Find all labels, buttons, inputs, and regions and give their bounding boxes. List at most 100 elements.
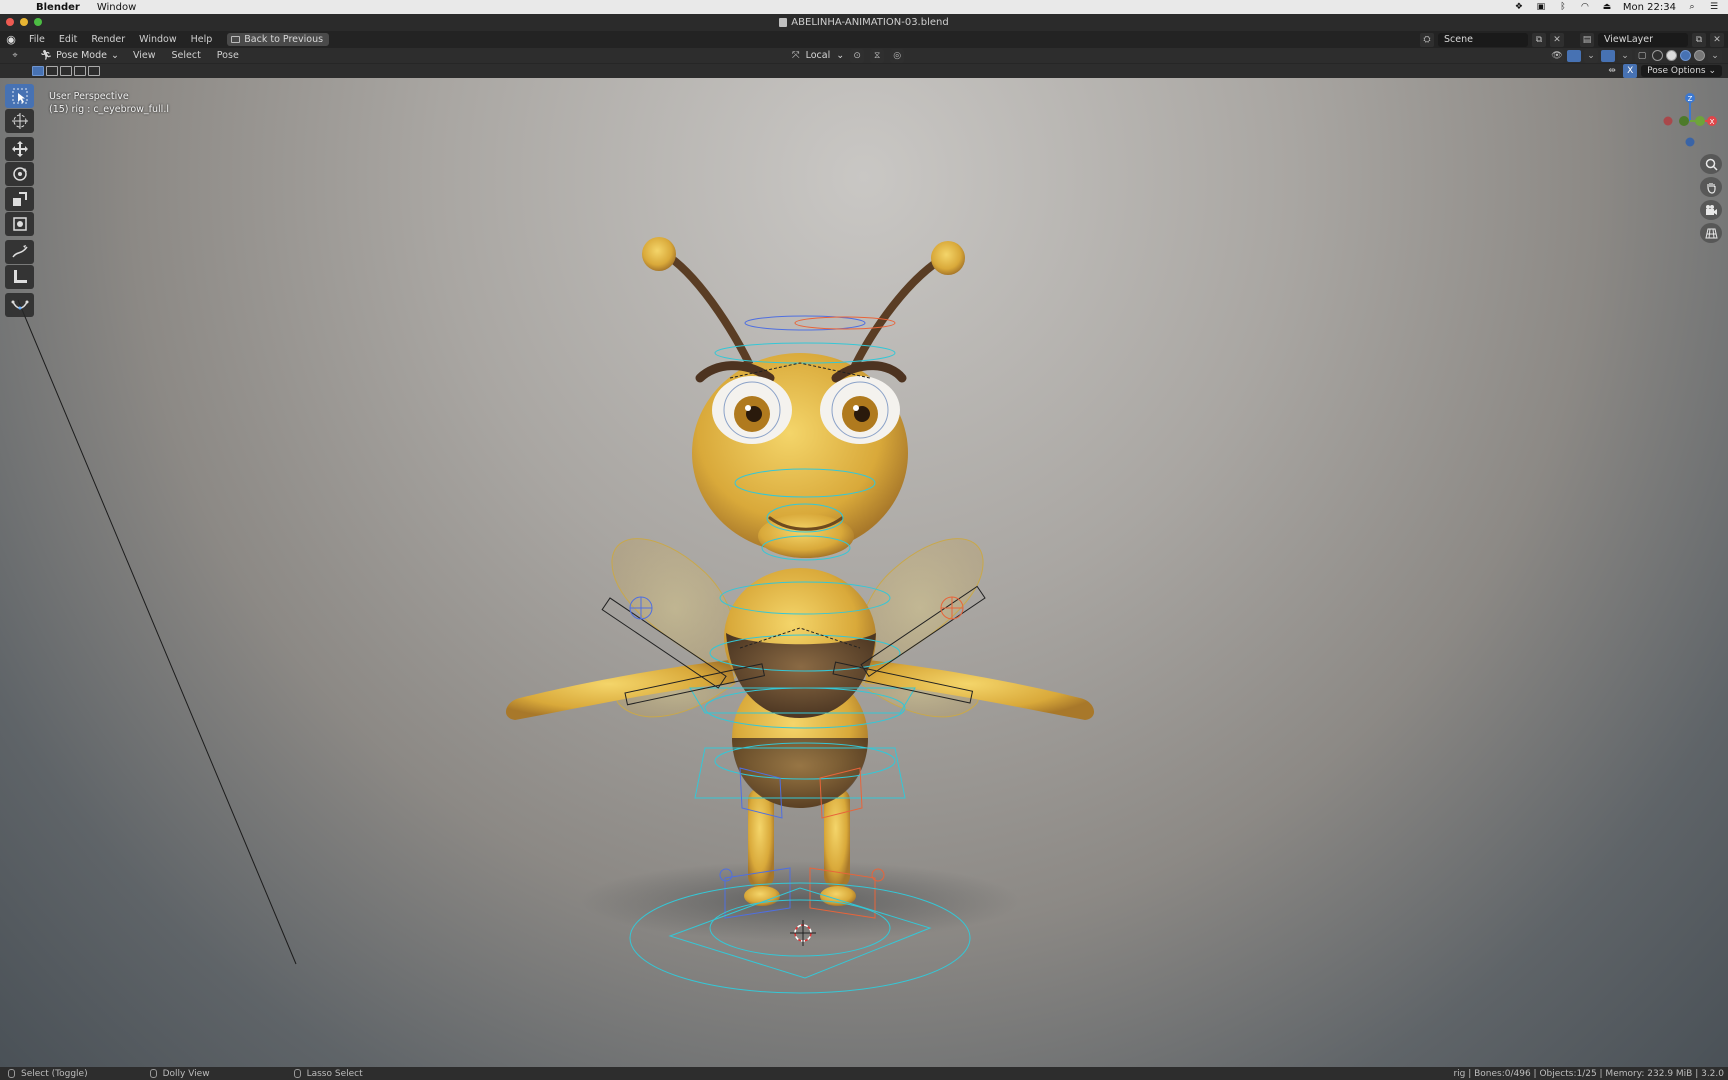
menu-pose[interactable]: Pose xyxy=(209,50,247,61)
gizmo-neg-z-axis[interactable] xyxy=(1685,137,1695,147)
pivot-point-icon[interactable]: ⊙ xyxy=(850,48,865,63)
new-scene-icon[interactable]: ⧉ xyxy=(1532,32,1546,47)
menubar-clock[interactable]: Mon 22:34 xyxy=(1623,2,1676,13)
measure-tool[interactable] xyxy=(5,265,34,289)
camera-view-button[interactable] xyxy=(1700,200,1722,220)
window-close-button[interactable] xyxy=(6,18,14,26)
mode-selector[interactable]: 🏃︎ Pose Mode ⌄ xyxy=(34,50,125,61)
back-to-previous-label: Back to Previous xyxy=(244,34,324,45)
delete-viewlayer-icon[interactable]: ✕ xyxy=(1710,32,1724,47)
mirror-icon[interactable]: ⇹ xyxy=(1605,64,1619,78)
pose-options-label: Pose Options xyxy=(1647,66,1706,76)
select-extend-icon[interactable] xyxy=(46,66,58,76)
hint-select-label: Select (Toggle) xyxy=(21,1068,88,1079)
delete-scene-icon[interactable]: ✕ xyxy=(1550,32,1564,47)
pose-breakdowner-tool[interactable] xyxy=(5,293,34,317)
pan-button[interactable] xyxy=(1700,177,1722,197)
x-mirror-toggle[interactable]: X xyxy=(1623,64,1638,78)
zoom-button[interactable] xyxy=(1700,154,1722,174)
material-preview-shading-icon[interactable] xyxy=(1680,50,1691,61)
3d-cursor-icon xyxy=(11,113,28,129)
wireframe-shading-icon[interactable] xyxy=(1652,50,1663,61)
pose-options-dropdown[interactable]: Pose Options ⌄ xyxy=(1641,65,1722,77)
viewlayer-selector-icon[interactable]: ▤ xyxy=(1580,32,1594,47)
macos-menubar: Blender Window ❖ ▣ ᛒ ◠ ⏏ Mon 22:34 ⌕ ☰ xyxy=(0,0,1728,14)
gizmo-toggle-icon[interactable] xyxy=(1567,49,1581,62)
rotate-tool[interactable] xyxy=(5,162,34,186)
gizmo-dropdown-icon[interactable]: ⌄ xyxy=(1584,48,1598,63)
scale-icon xyxy=(12,192,27,206)
visibility-icon[interactable]: 👁︎ xyxy=(1550,48,1564,63)
wifi-icon[interactable]: ◠ xyxy=(1579,2,1591,12)
snap-icon[interactable]: ⧖ xyxy=(870,48,885,63)
back-to-previous-button[interactable]: Back to Previous xyxy=(227,33,330,46)
menu-file[interactable]: File xyxy=(22,34,52,45)
gizmo-y-axis[interactable] xyxy=(1695,116,1705,126)
cursor-tool[interactable] xyxy=(5,109,34,133)
scene-name-field[interactable]: Scene xyxy=(1438,32,1528,47)
hint-select: Select (Toggle) xyxy=(8,1069,88,1079)
bluetooth-icon[interactable]: ᛒ xyxy=(1557,2,1569,12)
window-zoom-button[interactable] xyxy=(34,18,42,26)
gizmo-z-label: Z xyxy=(1688,95,1693,103)
spotlight-search-icon[interactable]: ⌕ xyxy=(1686,2,1698,12)
view-name: User Perspective xyxy=(49,91,129,102)
menu-help[interactable]: Help xyxy=(184,34,220,45)
rendered-shading-icon[interactable] xyxy=(1694,50,1705,61)
mac-menu-app[interactable]: Blender xyxy=(28,2,89,13)
menu-view[interactable]: View xyxy=(125,50,164,61)
transform-tool[interactable] xyxy=(5,212,34,236)
window-titlebar: ABELINHA-ANIMATION-03.blend xyxy=(0,14,1728,31)
xray-toggle-icon[interactable]: ▢ xyxy=(1635,48,1649,63)
menu-window[interactable]: Window xyxy=(132,34,183,45)
scale-tool[interactable] xyxy=(5,187,34,211)
blender-logo-icon[interactable]: ◉ xyxy=(0,33,22,46)
chevron-down-icon: ⌄ xyxy=(110,50,119,61)
new-viewlayer-icon[interactable]: ⧉ xyxy=(1692,32,1706,47)
mouse-left-icon xyxy=(8,1069,15,1078)
menu-render[interactable]: Render xyxy=(84,34,132,45)
proportional-edit-icon[interactable]: ◎ xyxy=(890,48,905,63)
screen-icon[interactable]: ▣ xyxy=(1535,2,1547,12)
control-center-icon[interactable]: ☰ xyxy=(1708,2,1720,12)
orientation-icon: ⤧ xyxy=(792,50,800,61)
shading-options-icon[interactable]: ⌄ xyxy=(1708,48,1722,63)
camera-line xyxy=(17,299,297,965)
window-minimize-button[interactable] xyxy=(20,18,28,26)
scene-selector-icon[interactable]: ⛭ xyxy=(1420,32,1434,47)
orientation-dropdown[interactable]: Local xyxy=(806,50,831,61)
grid-icon xyxy=(1704,228,1718,238)
select-intersect-icon[interactable] xyxy=(88,66,100,76)
3d-viewport[interactable]: User Perspective (15) rig : c_eyebrow_fu… xyxy=(0,78,1728,1067)
move-tool[interactable] xyxy=(5,137,34,161)
document-icon xyxy=(779,18,788,27)
overlays-toggle-icon[interactable] xyxy=(1601,49,1615,62)
select-box-tool[interactable] xyxy=(5,84,34,108)
menu-select[interactable]: Select xyxy=(163,50,208,61)
blender-topbar: ◉ File Edit Render Window Help Back to P… xyxy=(0,31,1728,48)
hint-dolly: Dolly View xyxy=(149,1069,210,1079)
menu-edit[interactable]: Edit xyxy=(52,34,84,45)
solid-shading-icon[interactable] xyxy=(1666,50,1677,61)
viewlayer-name-field[interactable]: ViewLayer xyxy=(1598,32,1688,47)
mouse-right-icon xyxy=(293,1069,301,1078)
dropbox-icon[interactable]: ❖ xyxy=(1513,2,1525,12)
gizmo-neg-x-axis[interactable] xyxy=(1663,116,1673,126)
perspective-toggle-button[interactable] xyxy=(1700,223,1722,243)
transform-icon xyxy=(12,217,27,231)
mac-menu-window[interactable]: Window xyxy=(89,2,145,13)
viewport-header: ⌖ 🏃︎ Pose Mode ⌄ View Select Pose ⤧ Loca… xyxy=(0,48,1728,63)
viewport-scene xyxy=(17,237,1095,994)
viewport-info: User Perspective (15) rig : c_eyebrow_fu… xyxy=(49,90,169,116)
navigation-gizmo[interactable]: Z X xyxy=(1660,86,1720,156)
navigation-buttons xyxy=(1700,154,1722,243)
overlays-dropdown-icon[interactable]: ⌄ xyxy=(1618,48,1632,63)
scene-statistics: rig | Bones:0/496 | Objects:1/25 | Memor… xyxy=(1453,1068,1724,1079)
select-subtract-icon[interactable] xyxy=(60,66,72,76)
gizmo-neg-y-axis[interactable] xyxy=(1679,116,1689,126)
annotate-tool[interactable] xyxy=(5,240,34,264)
select-new-icon[interactable] xyxy=(32,66,44,76)
select-difference-icon[interactable] xyxy=(74,66,86,76)
eject-icon[interactable]: ⏏ xyxy=(1601,2,1613,12)
editor-type-icon[interactable]: ⌖ xyxy=(8,49,22,63)
